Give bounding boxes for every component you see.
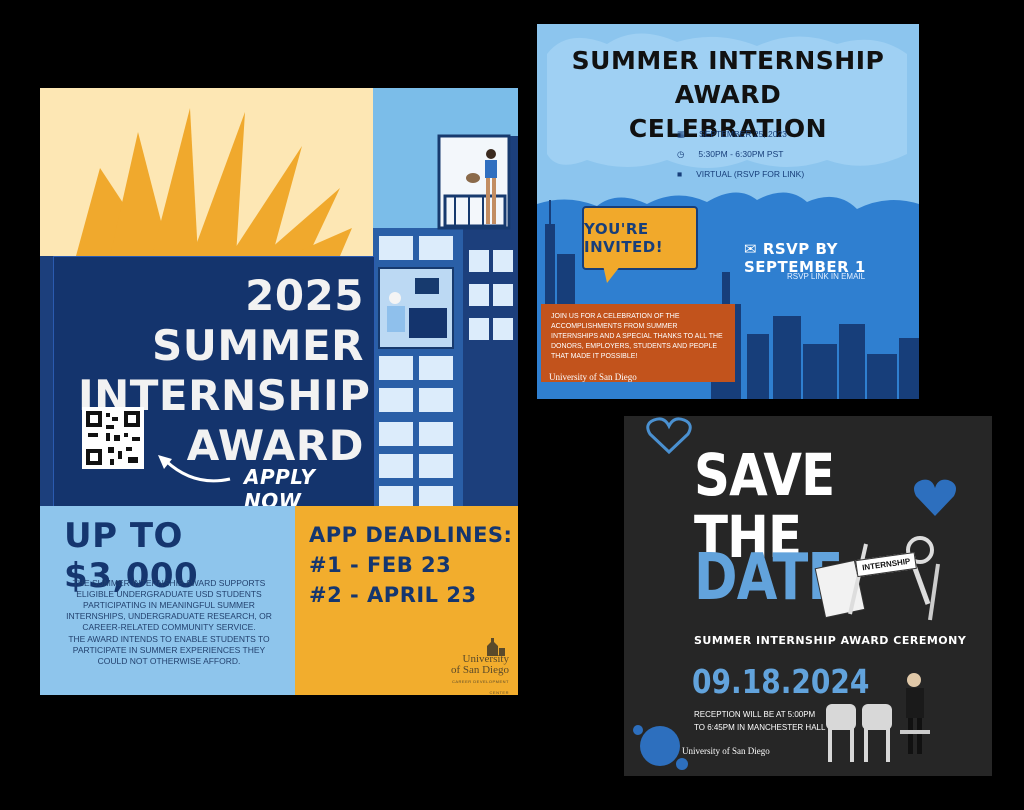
deadlines-panel: APP DEADLINES: #1 - FEB 23 #2 - APRIL 23… [295,506,518,695]
envelope-icon: ✉ [744,240,758,258]
deadlines-list: APP DEADLINES: #1 - FEB 23 #2 - APRIL 23 [309,520,512,610]
flyer-save-the-date: SAVE THE DATE INTERNSHIP SUMMER INTERNSH… [624,416,992,776]
deadline-item: #1 - FEB 23 [309,553,452,577]
flyer-2025-summer-internship-award: 2025 SUMMER INTERNSHIP AWARD APPLY NOW U… [40,88,518,695]
event-date-row: ▦ SEPTEMBER 25, 2023 [677,124,804,144]
building-icon [373,134,518,506]
curved-arrow-icon [158,455,231,483]
title-panel: 2025 SUMMER INTERNSHIP AWARD APPLY NOW [53,256,375,513]
sunburst-icon [76,108,352,256]
title-line: SUMMER INTERNSHIP AWARD [571,46,885,109]
reception-line: TO 6:45PM IN MANCHESTER HALL [694,723,826,732]
event-details: ▦ SEPTEMBER 25, 2023 ◷ 5:30PM - 6:30PM P… [677,124,804,184]
flyer-internship-celebration: SUMMER INTERNSHIP AWARD CELEBRATION ▦ SE… [537,24,919,399]
event-time-row: ◷ 5:30PM - 6:30PM PST [677,144,804,164]
award-purpose: THE AWARD INTENDS TO ENABLE STUDENTS TO … [68,634,270,666]
rsvp-note: RSVP LINK IN EMAIL [787,272,866,281]
video-camera-icon: ■ [677,169,683,179]
usd-logo: University of San Diego [682,746,770,756]
office-supplies-illustration [814,536,940,621]
logo-subtext: CAREER DEVELOPMENT CENTER [451,679,509,695]
title-line: 2025 SUMMER [152,271,364,370]
heart-icon [646,417,692,455]
ceremony-title: SUMMER INTERNSHIP AWARD CEREMONY [694,634,967,647]
clock-icon: ◷ [677,149,685,159]
calendar-icon: ▦ [677,129,686,139]
deadline-item: #2 - APRIL 23 [309,583,477,607]
paint-splatter-icon [633,725,688,770]
usd-logo: University of San Diego [549,372,637,382]
celebration-message: JOIN US FOR A CELEBRATION OF THE ACCOMPL… [541,304,735,382]
deadlines-title: APP DEADLINES: [309,523,513,547]
reception-line: RECEPTION WILL BE AT 5:00PM [694,710,816,719]
speech-bubble-tail [603,265,621,283]
usd-logo: University of San Diego CAREER DEVELOPME… [445,654,509,696]
building-illustration [373,88,518,506]
rsvp-deadline: RSVP BY SEPTEMBER 1 [744,240,866,276]
reception-details: RECEPTION WILL BE AT 5:00PM TO 6:45PM IN… [694,708,825,734]
rsvp-heading: ✉ RSVP BY SEPTEMBER 1 [744,240,919,276]
event-date: SEPTEMBER 25, 2023 [699,129,787,139]
invited-speech-bubble: YOU'RE INVITED! [582,206,698,270]
award-info-panel: UP TO $3,000 THE SUMMER INTERNSHIP AWARD… [40,506,295,695]
chairs-and-person-illustration [826,673,930,762]
event-mode-row: ■ VIRTUAL (RSVP FOR LINK) [677,164,804,184]
award-description: THE SUMMER INTERNSHIP AWARD SUPPORTS ELI… [66,578,272,632]
sunburst-panel [40,88,373,256]
event-time: 5:30PM - 6:30PM PST [698,149,784,159]
logo-text: of San Diego [450,664,509,676]
event-mode: VIRTUAL (RSVP FOR LINK) [696,169,805,179]
qr-code-icon[interactable] [82,407,144,469]
